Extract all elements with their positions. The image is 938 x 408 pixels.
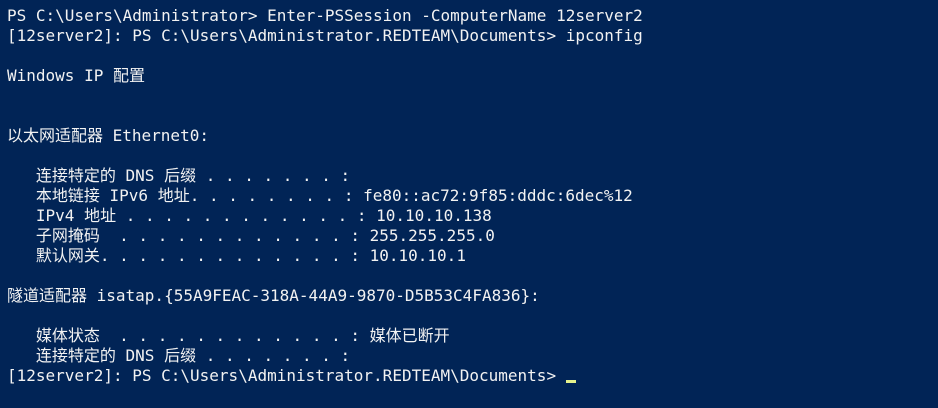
prompt-text: [12server2]: PS C:\Users\Administrator.R… [7,366,557,385]
output-windows-ip-config: Windows IP 配置 [7,66,145,85]
command-line-enter-pssession: PS C:\Users\Administrator> Enter-PSSessi… [7,6,643,25]
command-line-ipconfig: [12server2]: PS C:\Users\Administrator.R… [7,26,643,45]
output-tunnel-adapter-header: 隧道适配器 isatap.{55A9FEAC-318A-44A9-9870-D5… [7,286,540,305]
output-dns-suffix: 连接特定的 DNS 后缀 . . . . . . . : [7,166,351,185]
prompt-line[interactable]: [12server2]: PS C:\Users\Administrator.R… [7,366,938,386]
output-ipv4-address: IPv4 地址 . . . . . . . . . . . . : 10.10.… [7,206,492,225]
output-tunnel-dns-suffix: 连接特定的 DNS 后缀 . . . . . . . : [7,346,351,365]
text-cursor [566,380,577,383]
output-subnet-mask: 子网掩码 . . . . . . . . . . . . : 255.255.2… [7,226,495,245]
powershell-console[interactable]: PS C:\Users\Administrator> Enter-PSSessi… [0,0,938,408]
output-ipv6-address: 本地链接 IPv6 地址. . . . . . . . : fe80::ac72… [7,186,633,205]
output-ethernet-adapter-header: 以太网适配器 Ethernet0: [7,126,209,145]
output-default-gateway: 默认网关. . . . . . . . . . . . . : 10.10.10… [7,246,466,265]
output-media-state: 媒体状态 . . . . . . . . . . . . : 媒体已断开 [7,326,450,345]
